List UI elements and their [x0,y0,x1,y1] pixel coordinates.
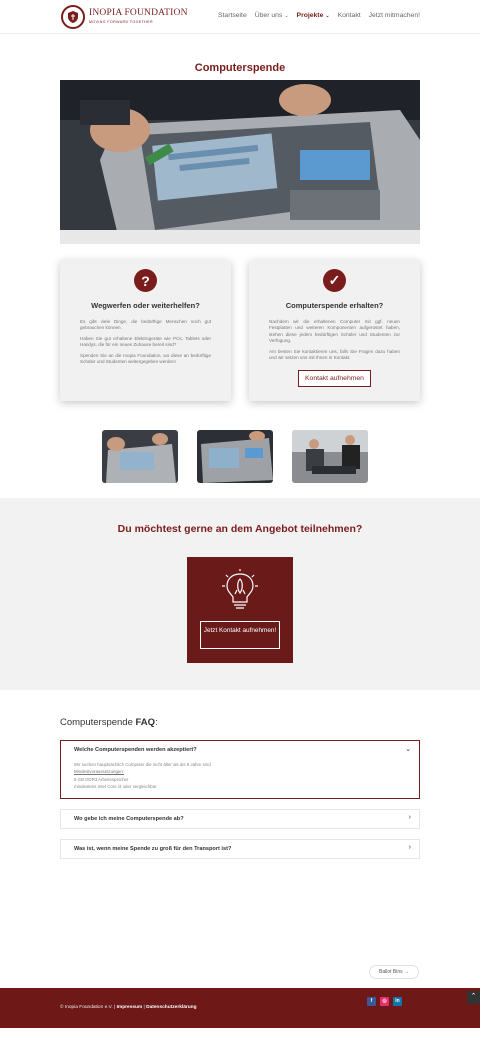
faq-question: Wo gebe ich meine Computerspende ab? [74,816,184,822]
faq-heading-plain: Computerspende [60,717,136,728]
gallery-image-1[interactable] [102,430,178,483]
faq-question: Was ist, wenn meine Spende zu groß für d… [74,846,232,852]
chevron-right-icon: › [408,844,411,851]
footer-text: © Inopia Foundation e.V. | Impressum | D… [60,1005,197,1010]
logo-title: INOPIA FOUNDATION [89,8,188,19]
page: INOPIA FOUNDATION MOVING FORWARD TOGETHE… [0,0,480,1045]
faq-item[interactable]: Was ist, wenn meine Spende zu groß für d… [60,839,420,859]
nav-kontakt[interactable]: Kontakt [338,12,361,19]
card-title: Computerspende erhalten? [285,301,384,310]
rocket-bulb-icon [220,569,260,611]
cta-box: Jetzt Kontakt aufnehmen! [187,557,293,663]
instagram-icon[interactable]: ◎ [380,997,389,1006]
gallery-image-2[interactable] [197,430,273,483]
site-footer: © Inopia Foundation e.V. | Impressum | D… [0,988,480,1028]
faq-answer-line: mindestens Intel Core i3 oder vergleichb… [74,784,157,790]
check-icon: ✓ [323,269,346,292]
linkedin-icon[interactable]: in [393,997,402,1006]
nav-projekte-label: Projekte [296,12,324,19]
card-paragraph: Haben Sie gut erhaltene Elektrogeräte wi… [80,335,211,348]
contact-button[interactable]: Kontakt aufnehmen [298,370,371,388]
card-paragraph: Am besten Sie kontaktieren uns, falls Si… [269,348,400,361]
nav-ueber-uns[interactable]: Über uns ⌄ [255,12,289,19]
shield-logo-icon [61,5,85,29]
faq-heading-bold: FAQ [135,717,156,728]
card-paragraph: Es gibt viele Dinge, die bedürftige Mens… [80,319,211,331]
scroll-to-top-icon[interactable]: ⌃ [467,991,480,1004]
chevron-down-icon: ⌄ [284,13,289,19]
card-paragraph: Spenden Sie an die Inopia Foundation, wo… [80,352,211,365]
faq-answer-line: Wir suchen hauptsächlich Computer die ni… [74,762,211,767]
question-icon: ? [134,269,157,292]
site-header: INOPIA FOUNDATION MOVING FORWARD TOGETHE… [0,0,480,34]
faq-answer-line: 8 GB DDR3 Arbeitsspeicher [74,776,129,782]
faq-heading-colon: : [155,717,158,728]
page-title: Computerspende [194,62,286,74]
nav-startseite[interactable]: Startseite [218,12,247,19]
faq-question: Welche Computerspenden werden akzeptiert… [74,747,197,753]
ballot-bins-button[interactable]: Ballot Bins → [369,965,419,979]
nav-ueber-uns-label: Über uns [254,12,283,19]
cta-title: Du möchtest gerne an dem Angebot teilneh… [117,523,363,535]
cta-contact-button[interactable]: Jetzt Kontakt aufnehmen! [200,621,280,649]
faq-item[interactable]: Wo gebe ich meine Computerspende ab? › [60,809,420,829]
chevron-down-icon: ⌄ [405,746,411,753]
card-text: Es gibt viele Dinge, die bedürftige Mens… [80,319,211,365]
nav-jetzt-mitmachen[interactable]: Jetzt mitmachen! [369,12,420,19]
faq-heading: Computerspende FAQ: [60,717,158,728]
hero-image [60,80,420,244]
chevron-right-icon: › [408,814,411,821]
card-wegwerfen: ? Wegwerfen oder weiterhelfen? Es gibt v… [60,260,231,401]
cta-section: Du möchtest gerne an dem Angebot teilneh… [0,498,480,690]
gallery-image-3[interactable] [292,430,368,483]
social-links: f ◎ in [367,997,406,1006]
faq-item-open[interactable]: Welche Computerspenden werden akzeptiert… [60,740,420,799]
card-title: Wegwerfen oder weiterhelfen? [91,301,200,310]
footer-impressum-link[interactable]: Impressum [117,1005,143,1010]
footer-copyright: © Inopia Foundation e.V. [60,1005,113,1010]
faq-answer-link[interactable]: Mindestvoraussetzungen: [74,768,406,775]
logo-subtitle: MOVING FORWARD TOGETHER [89,19,153,24]
chevron-down-icon: ⌄ [325,13,330,19]
card-text: Nachdem wir die erhaltenen Computer mit … [269,319,400,361]
card-paragraph: Nachdem wir die erhaltenen Computer mit … [269,319,400,344]
footer-datenschutz-link[interactable]: Datenschutzerklärung [146,1005,196,1010]
main-nav: Startseite Über uns ⌄ Projekte ⌄ Kontakt J… [210,12,420,19]
facebook-icon[interactable]: f [367,997,376,1006]
faq-answer: Wir suchen hauptsächlich Computer die ni… [74,761,406,791]
nav-projekte[interactable]: Projekte ⌄ [297,12,330,19]
logo[interactable]: INOPIA FOUNDATION MOVING FORWARD TOGETHE… [61,5,188,29]
card-computerspende-erhalten: ✓ Computerspende erhalten? Nachdem wir d… [249,260,420,401]
